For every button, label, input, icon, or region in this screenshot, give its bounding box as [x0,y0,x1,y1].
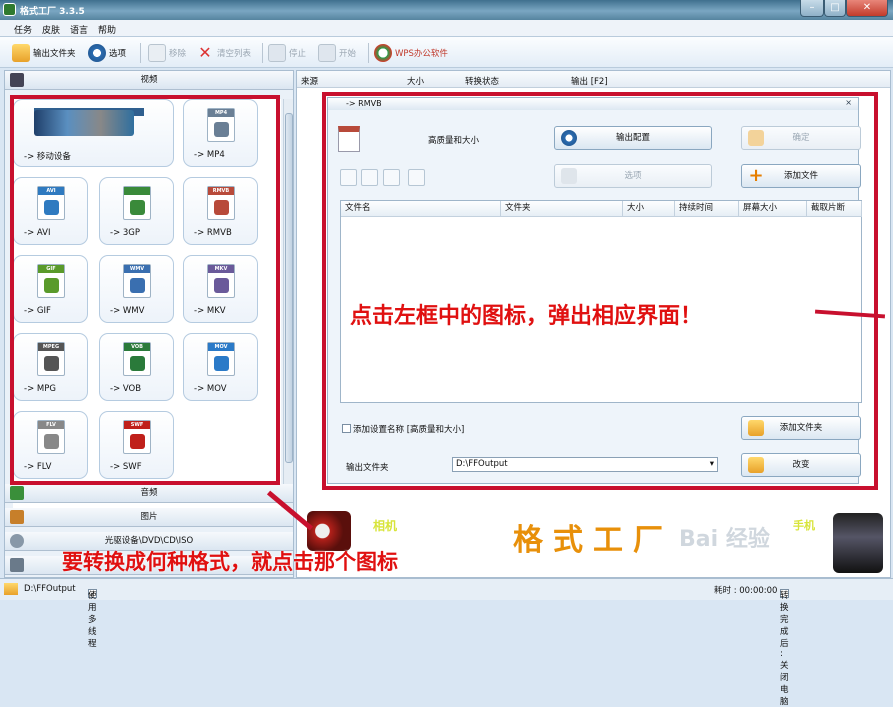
wps-label: WPS办公软件 [395,49,448,59]
options-button[interactable]: 选项 [88,43,126,63]
highlight-frame-left [10,95,280,485]
stop-label: 停止 [289,49,307,59]
maximize-button[interactable]: □ [824,0,846,17]
menu-help[interactable]: 帮助 [98,23,116,36]
image-icon [10,510,24,524]
highlight-frame-right [322,92,878,490]
wps-logo-icon [374,44,392,62]
format-grid-scrollbar[interactable] [283,99,293,519]
phone-image [833,513,883,573]
output-folder-button[interactable]: 输出文件夹 [12,43,76,63]
col-output: 输出 [F2] [571,77,608,87]
col-source: 来源 [301,77,319,87]
status-bar: D:\FFOutput ✓ 使用多线程 耗时 : 00:00:00 转换完成后 :… [0,578,893,707]
clear-x-icon: ✕ [198,43,212,62]
callout-text: 点击左框中的图标，弹出相应界面！ [350,304,703,329]
start-button[interactable]: 开始 [318,43,356,63]
multithread-label: 使用多线程 [88,591,97,649]
window-title: 格式工厂 3.3.5 [20,7,85,17]
start-icon [318,44,336,62]
music-note-icon [10,486,24,500]
remove-label: 移除 [169,49,187,59]
close-button[interactable]: ✕ [846,0,888,17]
wps-button[interactable]: WPS办公软件 [374,43,448,63]
gear-icon [88,44,106,62]
tools-icon [10,558,24,572]
category-audio[interactable]: 音频 [5,484,293,503]
category-audio-label: 音频 [140,488,158,498]
film-icon [10,73,24,87]
category-image-label: 图片 [140,512,158,522]
output-folder-label: 输出文件夹 [33,49,76,59]
clear-list-label: 清空列表 [217,49,252,59]
camera-label: 相机 [373,519,398,533]
scrollbar-thumb[interactable] [285,113,293,463]
phone-label: 手机 [793,519,815,532]
status-path: D:\FFOutput [24,584,76,594]
after-done-label: 转换完成后 : 关闭电脑 [780,591,789,707]
toolbar-separator [368,43,369,63]
col-status: 转换状态 [465,77,500,87]
clear-list-button[interactable]: ✕ 清空列表 [196,43,251,63]
category-video[interactable]: 视频 [5,71,293,90]
toolbar: 输出文件夹 选项 移除 ✕ 清空列表 停止 开始 WPS办公软件 [0,37,893,68]
category-image[interactable]: 图片 [5,508,293,527]
status-folder-icon [4,583,18,595]
category-video-label: 视频 [140,75,158,85]
task-list-header: 来源 大小 转换状态 输出 [F2] [297,71,890,88]
bottom-instruction-text: 要转换成何种格式，就点击那个图标 [62,550,398,574]
stop-icon [268,44,286,62]
toolbar-separator [262,43,263,63]
menu-bar: 任务 皮肤 语言 帮助 [0,20,893,37]
remove-button[interactable]: 移除 [148,43,186,63]
menu-language[interactable]: 语言 [70,23,88,36]
folder-icon [12,44,30,62]
start-label: 开始 [339,49,357,59]
title-bar: 格式工厂 3.3.5 – □ ✕ [0,0,893,20]
minimize-button[interactable]: – [800,0,824,17]
brand-text: 格式工厂 [513,523,673,558]
watermark: Bai 经验 [679,527,770,552]
camera-image [307,511,351,551]
menu-task[interactable]: 任务 [14,23,32,36]
stop-button[interactable]: 停止 [268,43,306,63]
options-label: 选项 [109,49,127,59]
remove-icon [148,44,166,62]
menu-skin[interactable]: 皮肤 [42,23,60,36]
col-size: 大小 [407,77,425,87]
toolbar-separator [140,43,141,63]
category-disc-label: 光驱设备\DVD\CD\ISO [104,536,194,546]
disc-icon [10,534,24,548]
elapsed-time: 耗时 : 00:00:00 [714,586,778,596]
app-icon [3,3,16,16]
